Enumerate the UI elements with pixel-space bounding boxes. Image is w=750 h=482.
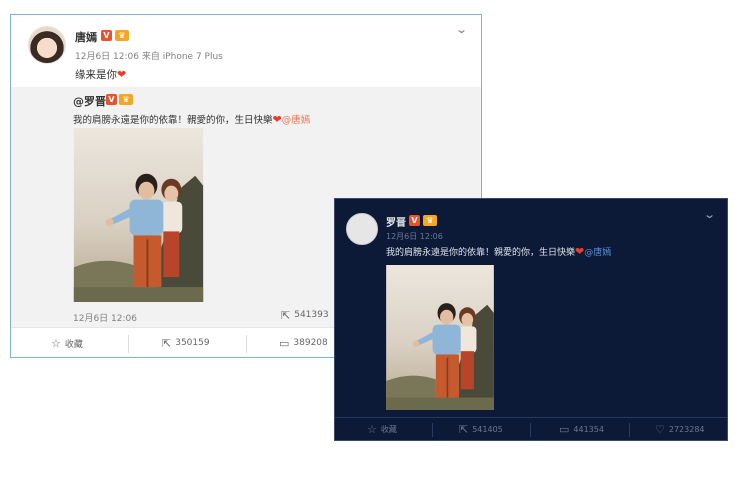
repost-text: 我的肩膀永遠是你的依靠！親愛的你，生日快樂❤@唐嫣	[73, 112, 310, 126]
collect-label: 收藏	[380, 425, 397, 434]
avatar[interactable]	[346, 213, 378, 245]
crown-icon: ♛	[423, 215, 437, 226]
comment-count: 441354	[573, 425, 604, 434]
repost-username[interactable]: @罗晋	[73, 93, 106, 109]
repost-share-count[interactable]: ⇱ 541393	[281, 305, 329, 325]
heart-icon: ❤	[117, 68, 127, 81]
divider	[530, 423, 531, 437]
post-meta: 12月6日 12:06	[386, 232, 443, 241]
star-icon: ☆	[367, 423, 377, 436]
share-count: 350159	[175, 338, 210, 348]
comment-button[interactable]: ▭ 389208	[279, 328, 328, 357]
collect-button[interactable]: ☆ 收藏	[367, 418, 397, 440]
mention-link[interactable]: @唐嫣	[584, 248, 611, 258]
verified-badge-icon: V	[106, 94, 117, 105]
comment-count: 389208	[293, 338, 328, 348]
repost-count-label: 541393	[294, 310, 329, 320]
like-count: 2723284	[668, 425, 705, 434]
share-button[interactable]: ⇱ 350159	[162, 328, 210, 357]
repost-text-body: 我的肩膀永遠是你的依靠！親愛的你，生日快樂	[73, 115, 273, 126]
like-icon: ♡	[655, 423, 665, 436]
divider	[128, 335, 129, 353]
post-text-body: 缘来是你	[75, 69, 117, 81]
like-button[interactable]: ♡ 2723284	[655, 418, 705, 440]
childhood-photo[interactable]	[73, 128, 204, 302]
crown-icon: ♛	[115, 30, 129, 41]
mention-link[interactable]: @唐嫣	[282, 115, 311, 126]
username[interactable]: 唐嫣	[75, 29, 97, 45]
post-text-body: 我的肩膀永遠是你的依靠！親愛的你，生日快樂	[386, 248, 576, 258]
post-text: 缘来是你❤	[75, 67, 126, 82]
share-icon: ⇱	[281, 308, 291, 322]
comment-icon: ▭	[559, 423, 570, 436]
share-button[interactable]: ⇱ 541405	[459, 418, 503, 440]
divider	[246, 335, 247, 353]
divider	[432, 423, 433, 437]
chevron-down-icon[interactable]: ⌄	[703, 208, 716, 221]
share-icon: ⇱	[162, 336, 172, 350]
crown-icon: ♛	[119, 94, 133, 105]
chevron-down-icon[interactable]: ⌄	[455, 23, 468, 36]
share-count: 541405	[472, 425, 503, 434]
post-meta: 12月6日 12:06 来自 iPhone 7 Plus	[75, 52, 223, 62]
star-icon: ☆	[51, 336, 61, 350]
collect-label: 收藏	[64, 339, 83, 350]
username[interactable]: 罗晋	[386, 214, 406, 229]
comment-button[interactable]: ▭ 441354	[559, 418, 604, 440]
post-text: 我的肩膀永遠是你的依靠！親愛的你，生日快樂❤@唐嫣	[386, 245, 611, 258]
share-icon: ⇱	[459, 423, 469, 436]
childhood-photo[interactable]	[386, 265, 494, 410]
heart-icon: ❤	[272, 113, 282, 126]
verified-badge-icon: V	[409, 215, 420, 226]
repost-date: 12月6日 12:06	[73, 314, 137, 324]
heart-icon: ❤	[575, 245, 585, 258]
comment-icon: ▭	[279, 336, 290, 350]
collect-button[interactable]: ☆ 收藏	[51, 328, 83, 357]
avatar[interactable]	[28, 26, 66, 64]
divider	[629, 423, 630, 437]
weibo-post-dark: 罗晋 V ♛ ⌄ 12月6日 12:06 我的肩膀永遠是你的依靠！親愛的你，生日…	[334, 198, 728, 441]
action-bar: ☆ 收藏 ⇱ 541405 ▭ 441354 ♡ 2723284	[335, 417, 727, 440]
verified-badge-icon: V	[101, 30, 112, 41]
